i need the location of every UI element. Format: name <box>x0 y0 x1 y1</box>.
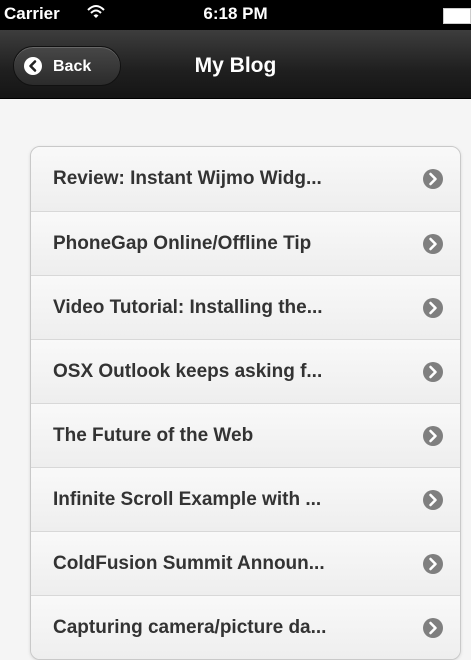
arrow-right-icon <box>423 298 443 318</box>
list-item[interactable]: PhoneGap Online/Offline Tip <box>31 211 460 275</box>
arrow-right-icon <box>423 554 443 574</box>
arrow-right-icon <box>423 426 443 446</box>
arrow-right-icon <box>423 234 443 254</box>
list-item[interactable]: Infinite Scroll Example with ... <box>31 467 460 531</box>
navigation-bar: Back My Blog <box>0 30 471 99</box>
arrow-right-icon <box>423 169 443 189</box>
page-title: My Blog <box>194 54 277 77</box>
post-title: PhoneGap Online/Offline Tip <box>53 233 312 254</box>
list-item[interactable]: OSX Outlook keeps asking f... <box>31 339 460 403</box>
list-item[interactable]: Video Tutorial: Installing the... <box>31 275 460 339</box>
post-title: OSX Outlook keeps asking f... <box>53 361 323 382</box>
list-item[interactable]: Review: Instant Wijmo Widg... <box>31 147 460 211</box>
arrow-right-icon <box>423 362 443 382</box>
post-title: Review: Instant Wijmo Widg... <box>53 168 322 189</box>
arrow-right-icon <box>423 618 443 638</box>
post-title: The Future of the Web <box>53 425 254 446</box>
list-item[interactable]: The Future of the Web <box>31 403 460 467</box>
post-title: Infinite Scroll Example with ... <box>53 489 322 510</box>
arrow-right-icon <box>423 490 443 510</box>
battery-icon <box>443 8 471 24</box>
status-time: 6:18 PM <box>203 4 268 23</box>
status-bar: Carrier 6:18 PM <box>0 0 471 30</box>
post-title: ColdFusion Summit Announ... <box>53 553 325 574</box>
post-title: Video Tutorial: Installing the... <box>53 297 323 318</box>
list-item[interactable]: ColdFusion Summit Announ... <box>31 531 460 595</box>
post-title: Capturing camera/picture da... <box>53 617 327 638</box>
post-list: Review: Instant Wijmo Widg... PhoneGap O… <box>30 146 461 660</box>
list-item[interactable]: Capturing camera/picture da... <box>31 595 460 659</box>
